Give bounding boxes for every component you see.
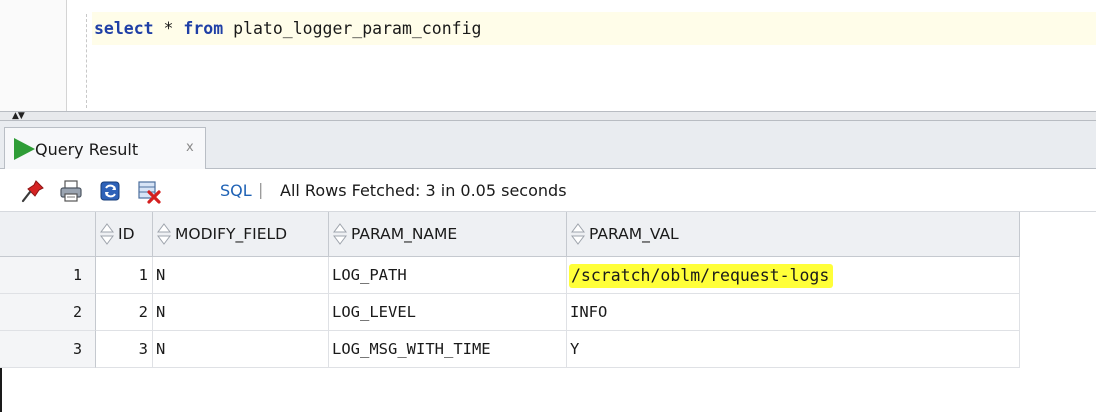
sql-keyword-select: select [94, 19, 154, 38]
cell-param-name[interactable]: LOG_MSG_WITH_TIME [329, 331, 567, 368]
sql-keyword-from: from [183, 19, 224, 38]
fetch-status: All Rows Fetched: 3 in 0.05 seconds [280, 181, 567, 200]
line-gutter [0, 0, 67, 111]
cell-value: 3 [138, 340, 148, 358]
cell-param-val[interactable]: INFO [567, 294, 1020, 331]
cell-param-val[interactable]: Y [567, 331, 1020, 368]
sort-icon [100, 223, 114, 245]
cell-value: 1 [138, 266, 148, 284]
sort-icon [333, 223, 347, 245]
table-row[interactable]: 2 2 N LOG_LEVEL INFO [0, 294, 1020, 331]
fold-guide [86, 14, 87, 108]
cell-value: Y [570, 340, 580, 358]
highlighted-value: /scratch/oblm/request-logs [569, 264, 834, 288]
row-number[interactable]: 3 [0, 331, 96, 368]
column-header-param-name[interactable]: PARAM_NAME [329, 212, 567, 257]
sql-statement[interactable]: select * from plato_logger_param_config [94, 19, 481, 38]
cell-value: N [156, 303, 166, 321]
row-number[interactable]: 2 [0, 294, 96, 331]
cell-modify-field[interactable]: N [153, 331, 329, 368]
pane-splitter[interactable]: ▲▼ [0, 111, 1096, 121]
sort-icon [571, 223, 585, 245]
sql-star: * [153, 19, 184, 38]
tab-query-result[interactable]: Query Result x [4, 127, 206, 169]
pin-icon[interactable] [20, 178, 46, 204]
column-header-label: PARAM_VAL [589, 225, 679, 243]
collapse-arrows-icon[interactable]: ▲▼ [12, 112, 25, 121]
tab-close-icon[interactable]: x [186, 140, 194, 155]
tab-label: Query Result [35, 140, 139, 159]
sql-link[interactable]: SQL [220, 181, 252, 200]
sort-icon [157, 223, 171, 245]
cell-modify-field[interactable]: N [153, 294, 329, 331]
row-number[interactable]: 1 [0, 257, 96, 294]
column-header-modify-field[interactable]: MODIFY_FIELD [153, 212, 329, 257]
row-number-header [0, 212, 96, 257]
cell-value: LOG_LEVEL [332, 303, 416, 321]
cell-id[interactable]: 2 [96, 294, 153, 331]
cell-value: 2 [138, 303, 148, 321]
result-toolbar: SQL | All Rows Fetched: 3 in 0.05 second… [0, 169, 1096, 212]
cell-value: N [156, 266, 166, 284]
table-row[interactable]: 1 1 N LOG_PATH /scratch/oblm/request-log… [0, 257, 1020, 294]
cell-modify-field[interactable]: N [153, 257, 329, 294]
cell-value: LOG_MSG_WITH_TIME [332, 340, 491, 358]
sql-table-name: plato_logger_param_config [223, 19, 482, 38]
cell-value: INFO [570, 303, 608, 321]
cell-param-val[interactable]: /scratch/oblm/request-logs [567, 257, 1020, 294]
cell-value: LOG_PATH [332, 266, 407, 284]
cell-id[interactable]: 1 [96, 257, 153, 294]
row-number-label: 2 [72, 303, 82, 321]
row-number-label: 1 [72, 266, 82, 284]
run-triangle-icon [14, 138, 35, 160]
cell-param-name[interactable]: LOG_LEVEL [329, 294, 567, 331]
column-header-label: PARAM_NAME [351, 225, 458, 243]
toolbar-separator: | [258, 180, 264, 199]
row-number-label: 3 [72, 340, 82, 358]
cancel-icon[interactable] [136, 178, 162, 204]
sql-editor[interactable]: select * from plato_logger_param_config [0, 0, 1096, 111]
column-header-id[interactable]: ID [96, 212, 153, 257]
column-header-label: ID [118, 225, 135, 243]
result-tab-bar: Query Result x [0, 121, 1096, 169]
cell-value: N [156, 340, 166, 358]
cell-param-name[interactable]: LOG_PATH [329, 257, 567, 294]
refresh-icon[interactable] [98, 178, 124, 204]
table-row[interactable]: 3 3 N LOG_MSG_WITH_TIME Y [0, 331, 1020, 368]
print-icon[interactable] [58, 178, 84, 204]
column-header-param-val[interactable]: PARAM_VAL [567, 212, 1020, 257]
column-header-label: MODIFY_FIELD [175, 225, 288, 243]
cell-id[interactable]: 3 [96, 331, 153, 368]
